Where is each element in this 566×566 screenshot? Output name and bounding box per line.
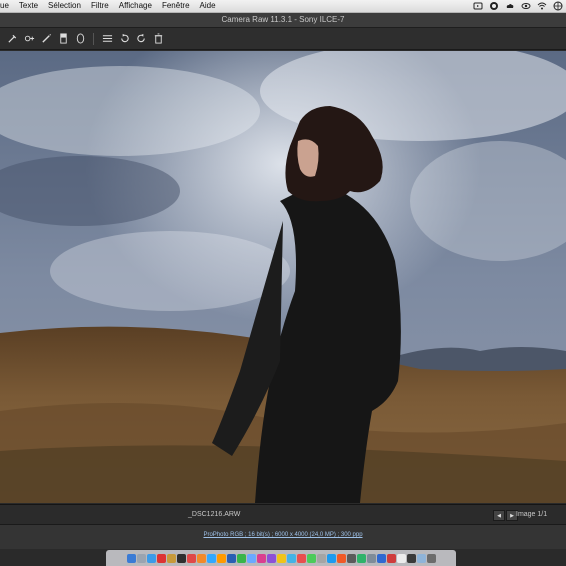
menu-selection[interactable]: Sélection — [43, 0, 86, 12]
app-icon[interactable] — [366, 553, 376, 563]
app-icon[interactable] — [336, 553, 346, 563]
radial-filter-icon[interactable] — [74, 32, 86, 46]
targeted-adjustment-icon[interactable] — [23, 32, 35, 46]
app-icon[interactable] — [286, 553, 296, 563]
app-icon[interactable] — [226, 553, 236, 563]
toolbar-divider — [93, 32, 94, 45]
screen-icon[interactable] — [473, 1, 483, 11]
menu-texte[interactable]: Texte — [14, 0, 43, 12]
camera-raw-toolbar — [0, 28, 566, 50]
filename-label: _DSC1216.ARW — [188, 511, 241, 518]
app-icon[interactable] — [396, 553, 406, 563]
app-icon[interactable] — [236, 553, 246, 563]
workflow-options-link[interactable]: ProPhoto RGB ; 16 bit(s) ; 6000 x 4000 (… — [0, 532, 566, 538]
trash-icon[interactable] — [152, 32, 164, 46]
mac-menubar: ue Texte Sélection Filtre Affichage Fenê… — [0, 0, 566, 13]
previous-image-button[interactable]: ◀ — [493, 510, 505, 521]
app-icon[interactable] — [176, 553, 186, 563]
app-icon[interactable] — [386, 553, 396, 563]
portrait-photo — [0, 51, 566, 503]
eye-icon[interactable] — [521, 1, 531, 11]
trash-dock-icon[interactable] — [426, 553, 436, 563]
status-icons — [473, 1, 563, 11]
photo-preview[interactable] — [0, 51, 566, 503]
menu-affichage[interactable]: Affichage — [114, 0, 157, 12]
rotate-left-icon[interactable] — [118, 32, 130, 46]
app-icon[interactable] — [416, 553, 426, 563]
globe-icon[interactable] — [553, 1, 563, 11]
arrow-left-icon: ◀ — [497, 512, 501, 519]
creative-cloud-icon[interactable] — [489, 1, 499, 11]
workflow-bar: ProPhoto RGB ; 16 bit(s) ; 6000 x 4000 (… — [0, 524, 566, 549]
cloud-icon[interactable] — [505, 1, 515, 11]
window-title: Camera Raw 11.3.1 - Sony ILCE-7 — [221, 15, 345, 24]
photoshop-icon[interactable] — [206, 553, 216, 563]
graduated-filter-icon[interactable] — [57, 32, 69, 46]
app-icon[interactable] — [326, 553, 336, 563]
app-icon[interactable] — [196, 553, 206, 563]
window-titlebar: Camera Raw 11.3.1 - Sony ILCE-7 — [0, 13, 566, 28]
illustrator-icon[interactable] — [216, 553, 226, 563]
arrow-right-icon: ▶ — [510, 512, 514, 519]
app-icon[interactable] — [256, 553, 266, 563]
adjustment-brush-icon[interactable] — [40, 32, 52, 46]
app-icon[interactable] — [246, 553, 256, 563]
app-icon[interactable] — [166, 553, 176, 563]
app-icon[interactable] — [356, 553, 366, 563]
app-icon[interactable] — [376, 553, 386, 563]
app-icon[interactable] — [276, 553, 286, 563]
image-count: Image 1/1 — [516, 511, 548, 518]
filename-bar: _DSC1216.ARW ◀ ▶ Image 1/1 — [0, 504, 566, 524]
menu-aide[interactable]: Aide — [195, 0, 221, 12]
app-icon[interactable] — [266, 553, 276, 563]
rotate-right-icon[interactable] — [135, 32, 147, 46]
app-icon[interactable] — [406, 553, 416, 563]
mac-dock — [106, 550, 456, 566]
app-icon[interactable] — [296, 553, 306, 563]
wifi-icon[interactable] — [537, 1, 547, 11]
messages-icon[interactable] — [306, 553, 316, 563]
launchpad-icon[interactable] — [136, 553, 146, 563]
app-icon[interactable] — [346, 553, 356, 563]
image-navigation: ◀ ▶ — [493, 510, 518, 521]
chrome-icon[interactable] — [156, 553, 166, 563]
app-icon[interactable] — [186, 553, 196, 563]
menu-filtre[interactable]: Filtre — [86, 0, 114, 12]
white-balance-icon[interactable] — [6, 32, 18, 46]
app-icon[interactable] — [316, 553, 326, 563]
finder-icon[interactable] — [126, 553, 136, 563]
menu-fenetre[interactable]: Fenêtre — [157, 0, 195, 12]
preferences-list-icon[interactable] — [101, 32, 113, 46]
safari-icon[interactable] — [146, 553, 156, 563]
menu-edition[interactable]: ue — [0, 0, 14, 12]
